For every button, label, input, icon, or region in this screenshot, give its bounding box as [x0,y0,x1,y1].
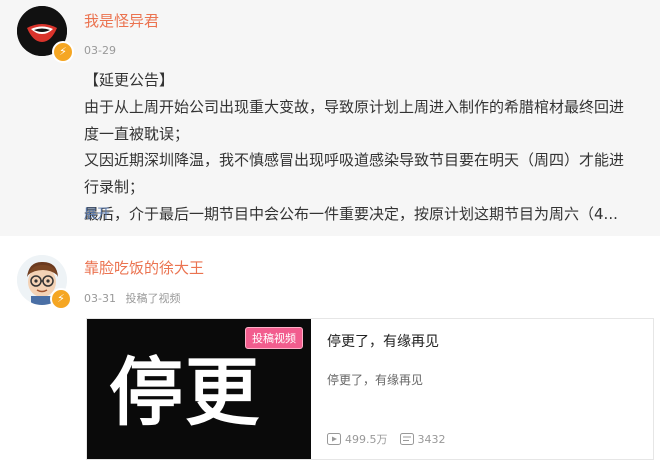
author-name-1[interactable]: 我是怪异君 [84,10,159,31]
verified-badge-icon: ⚡ [50,288,72,310]
views-stat: 499.5万 [327,431,388,447]
contribution-tag: 投稿视频 [245,327,303,349]
post-line: 由于从上周开始公司出现重大变故，导致原计划上周进入制作的希腊棺材最终回进 [84,97,625,116]
author-name-2[interactable]: 靠脸吃饭的徐大王 [84,257,204,278]
video-title[interactable]: 停更了，有缘再见 [327,331,439,351]
view-count: 499.5万 [345,433,388,446]
post-date-1: 03-29 [84,44,116,57]
post-line: 行录制； [84,178,145,197]
expand-link[interactable]: 展开 [84,203,110,222]
post-card-1: ⚡ 我是怪异君 03-29 【延更公告】 由于从上周开始公司出现重大变故，导致原… [0,0,660,236]
comments-stat: 3432 [399,432,446,446]
video-thumbnail[interactable]: 停更 投稿视频 [87,319,311,459]
post-meta-2: 03-31 投稿了视频 [84,290,186,306]
video-card[interactable]: 停更 投稿视频 停更了，有缘再见 停更了，有缘再见 499.5万 3432 [86,318,654,460]
post-line: 最后，介于最后一期节目中会公布一件重要决定，按原计划这期节目为周六（4... [84,204,618,223]
post-line: 又因近期深圳降温，我不慎感冒出现呼吸道感染导致节目要在明天（周四）才能进 [84,151,625,170]
post-line: 度一直被耽误； [84,124,190,143]
post-line: 【延更公告】 [84,71,175,89]
thumbnail-text: 停更 [109,350,261,436]
post-date-2: 03-31 [84,292,116,305]
post-action: 投稿了视频 [125,292,181,305]
video-description: 停更了，有缘再见 [327,373,424,387]
post-body-1: 【延更公告】 由于从上周开始公司出现重大变故，导致原计划上周进入制作的希腊棺材最… [84,67,644,228]
verified-badge-icon: ⚡ [52,41,74,63]
comment-count: 3432 [417,432,446,446]
video-stats: 499.5万 3432 [327,431,458,447]
comment-count-icon [399,433,414,445]
play-count-icon [327,433,341,445]
